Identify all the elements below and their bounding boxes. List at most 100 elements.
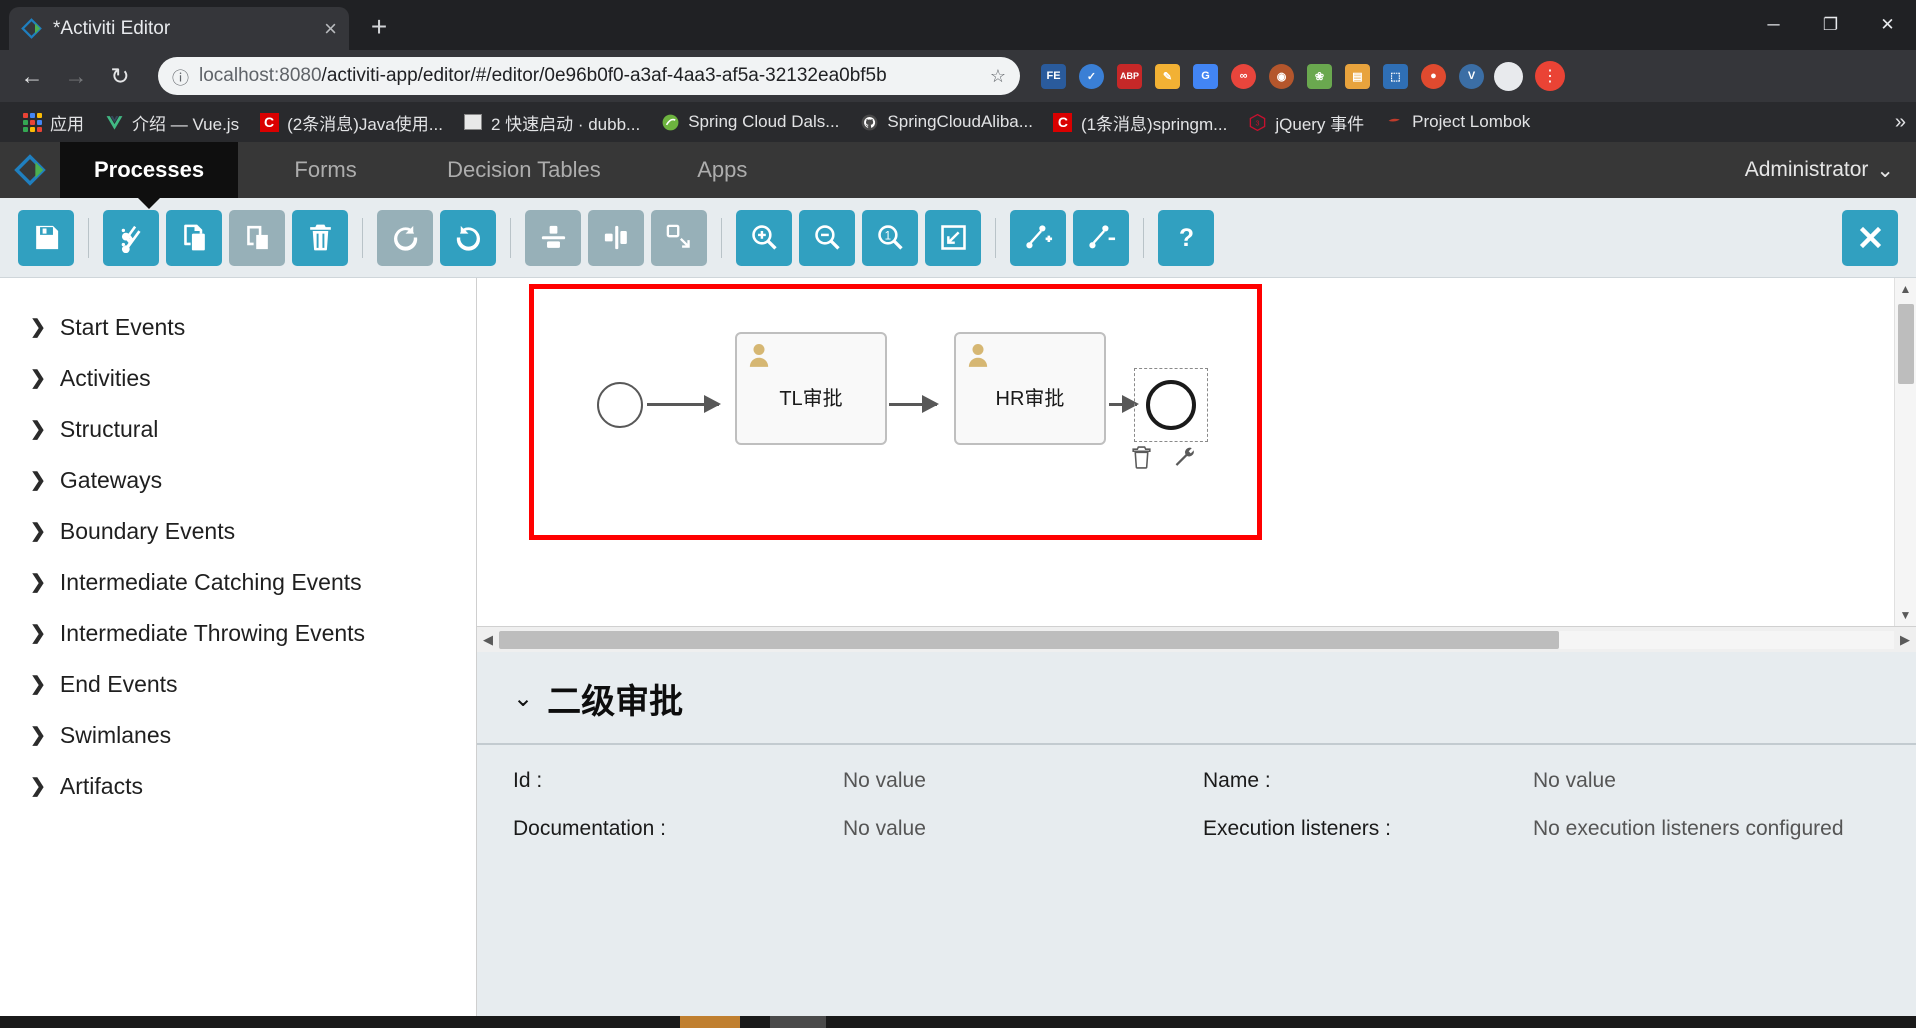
- redo-button[interactable]: [377, 209, 433, 266]
- adblock-plus-extension-icon[interactable]: ABP: [1117, 63, 1142, 89]
- tab-processes[interactable]: Processes: [60, 142, 239, 209]
- trash-icon: [309, 224, 331, 251]
- google-translate-extension-icon[interactable]: G: [1193, 63, 1218, 89]
- user-task-icon: [967, 342, 989, 368]
- minimize-icon[interactable]: ─: [1745, 0, 1802, 50]
- palette-group-intermediate-catching-events[interactable]: ❯ Intermediate Catching Events: [0, 557, 476, 608]
- forward-icon[interactable]: →: [56, 56, 96, 96]
- maximize-icon[interactable]: ❐: [1802, 0, 1859, 50]
- vscroll-thumb[interactable]: [1897, 304, 1914, 384]
- property-value-execution-listeners[interactable]: No execution listeners configured: [1533, 817, 1880, 841]
- zoom-out-button[interactable]: [799, 209, 855, 266]
- dashboard-extension-icon[interactable]: ⬚: [1383, 63, 1408, 89]
- hscroll-thumb[interactable]: [499, 630, 1560, 649]
- zoom-fit-button[interactable]: [925, 209, 981, 266]
- sequence-flow-3[interactable]: [1109, 395, 1139, 413]
- site-info-icon[interactable]: ⓘ: [172, 64, 189, 89]
- check-extension-icon[interactable]: ✓: [1079, 63, 1104, 89]
- align-vertical-button[interactable]: [525, 209, 581, 266]
- same-size-button[interactable]: [651, 209, 707, 266]
- browser-tab[interactable]: *Activiti Editor ×: [9, 7, 349, 50]
- remove-bendpoint-button[interactable]: [1073, 209, 1129, 266]
- monkey-extension-icon[interactable]: ◉: [1269, 63, 1294, 89]
- palette-group-start-events[interactable]: ❯ Start Events: [0, 302, 476, 353]
- zoom-out-icon: [814, 225, 840, 250]
- property-label-id: Id :: [513, 769, 543, 792]
- user-task-hr-node[interactable]: HR审批: [954, 332, 1106, 445]
- zoom-actual-button[interactable]: 1: [862, 209, 918, 266]
- property-value-name[interactable]: No value: [1533, 769, 1880, 793]
- bookmark-vuejs[interactable]: 介绍 — Vue.js: [94, 106, 249, 139]
- zoom-in-button[interactable]: [736, 209, 792, 266]
- user-menu[interactable]: Administrator ⌄: [1745, 142, 1916, 198]
- sequence-flow-1[interactable]: [647, 395, 721, 413]
- properties-header[interactable]: ⌄ 二级审批: [477, 652, 1916, 745]
- tab-decision-tables[interactable]: Decision Tables: [413, 142, 635, 198]
- bpmn-canvas-inner[interactable]: TL审批 HR审批: [477, 278, 1916, 626]
- help-button[interactable]: ?: [1158, 209, 1214, 266]
- scroll-right-icon[interactable]: ▶: [1894, 627, 1916, 653]
- box-extension-icon[interactable]: ▤: [1345, 63, 1370, 89]
- bookmarks-overflow-icon[interactable]: »: [1895, 111, 1906, 134]
- bookmark-csdn-springm[interactable]: C (1条消息)springm...: [1043, 106, 1237, 139]
- cut-button[interactable]: [103, 209, 159, 266]
- bookmark-spring-cloud[interactable]: Spring Cloud Dals...: [650, 108, 849, 136]
- infinity-extension-icon[interactable]: ∞: [1231, 63, 1256, 89]
- window-close-icon[interactable]: ✕: [1859, 0, 1916, 50]
- palette-group-end-events[interactable]: ❯ End Events: [0, 659, 476, 710]
- bookmark-star-icon[interactable]: ☆: [990, 66, 1006, 87]
- palette-group-gateways[interactable]: ❯ Gateways: [0, 455, 476, 506]
- delete-element-icon[interactable]: [1129, 444, 1154, 471]
- delete-button[interactable]: [292, 209, 348, 266]
- palette-group-boundary-events[interactable]: ❯ Boundary Events: [0, 506, 476, 557]
- palette-group-swimlanes[interactable]: ❯ Swimlanes: [0, 710, 476, 761]
- back-icon[interactable]: ←: [12, 56, 52, 96]
- palette-group-intermediate-throwing-events[interactable]: ❯ Intermediate Throwing Events: [0, 608, 476, 659]
- undo-button[interactable]: [440, 209, 496, 266]
- activiti-logo-icon[interactable]: [0, 142, 60, 198]
- address-bar[interactable]: ⓘ localhost:8080/activiti-app/editor/#/e…: [158, 57, 1020, 95]
- notes-extension-icon[interactable]: ✎: [1155, 63, 1180, 89]
- leaf-extension-icon[interactable]: ❀: [1307, 63, 1332, 89]
- book-icon: [463, 112, 483, 132]
- property-value-id[interactable]: No value: [843, 769, 1203, 793]
- bookmark-apps[interactable]: 应用: [12, 106, 94, 139]
- tab-apps[interactable]: Apps: [635, 142, 810, 198]
- close-icon[interactable]: ×: [324, 17, 337, 40]
- add-bendpoint-button[interactable]: [1010, 209, 1066, 266]
- morph-element-icon[interactable]: [1172, 444, 1197, 471]
- save-button[interactable]: [18, 209, 74, 266]
- end-event-node[interactable]: [1146, 380, 1196, 430]
- circle-extension-icon[interactable]: ●: [1421, 63, 1446, 89]
- reload-icon[interactable]: ↻: [100, 56, 140, 96]
- hscroll-track[interactable]: [499, 630, 1894, 649]
- paste-button[interactable]: [229, 209, 285, 266]
- new-tab-button[interactable]: +: [361, 10, 397, 46]
- close-editor-button[interactable]: [1842, 209, 1898, 266]
- scroll-up-icon[interactable]: ▲: [1895, 278, 1916, 300]
- scroll-left-icon[interactable]: ◀: [477, 627, 499, 653]
- copy-button[interactable]: [166, 209, 222, 266]
- fe-extension-icon[interactable]: FE: [1041, 63, 1066, 89]
- palette-group-structural[interactable]: ❯ Structural: [0, 404, 476, 455]
- bookmark-lombok[interactable]: Project Lombok: [1374, 108, 1540, 136]
- bookmark-dubbo[interactable]: 2 快速启动 · dubb...: [453, 106, 650, 139]
- canvas-horizontal-scrollbar[interactable]: ◀ ▶: [477, 626, 1916, 652]
- palette-group-activities[interactable]: ❯ Activities: [0, 353, 476, 404]
- property-value-documentation[interactable]: No value: [843, 817, 1203, 841]
- scroll-down-icon[interactable]: ▼: [1895, 604, 1916, 626]
- v-extension-icon[interactable]: V: [1459, 63, 1484, 89]
- sequence-flow-2[interactable]: [889, 395, 939, 413]
- bookmark-csdn-java[interactable]: C (2条消息)Java使用...: [249, 106, 453, 139]
- canvas-vertical-scrollbar[interactable]: ▲ ▼: [1894, 278, 1916, 626]
- tab-forms[interactable]: Forms: [238, 142, 413, 198]
- bookmark-jquery[interactable]: 3 jQuery 事件: [1237, 106, 1374, 139]
- profile-avatar[interactable]: [1494, 61, 1523, 91]
- browser-menu-icon[interactable]: ⋮: [1535, 61, 1565, 91]
- start-event-node[interactable]: [597, 382, 643, 428]
- bookmark-springcloudalibaba[interactable]: SpringCloudAliba...: [849, 108, 1043, 136]
- bpmn-canvas[interactable]: TL审批 HR审批 ▲ ▼: [477, 278, 1916, 626]
- user-task-tl-node[interactable]: TL审批: [735, 332, 887, 445]
- align-horizontal-button[interactable]: [588, 209, 644, 266]
- palette-group-artifacts[interactable]: ❯ Artifacts: [0, 761, 476, 812]
